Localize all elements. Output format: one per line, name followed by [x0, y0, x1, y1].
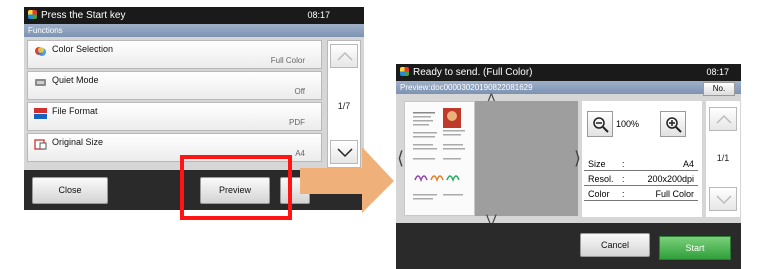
- status-title: Ready to send. (Full Color): [413, 67, 533, 78]
- separator: :: [622, 159, 625, 169]
- resolution-label: Resol.: [588, 174, 614, 184]
- no-button[interactable]: No.: [703, 82, 735, 96]
- size-row: Size : A4: [584, 157, 698, 171]
- scroll-up-button[interactable]: [709, 107, 737, 131]
- zoom-in-button[interactable]: [660, 111, 686, 137]
- zoom-in-icon: [666, 117, 682, 133]
- zoom-out-icon: [593, 117, 609, 133]
- zoom-level: 100%: [616, 119, 640, 129]
- close-button[interactable]: Close: [32, 177, 108, 204]
- status-icon: [28, 10, 37, 19]
- zoom-out-button[interactable]: [587, 111, 613, 137]
- status-icon: [400, 67, 409, 76]
- status-bar: Ready to send. (Full Color) 08:17: [396, 64, 741, 81]
- original-size-icon: [34, 139, 47, 150]
- page-indicator: 1/1: [716, 153, 730, 163]
- preview-area[interactable]: [404, 101, 578, 216]
- clock: 08:17: [706, 67, 729, 77]
- item-value: PDF: [289, 118, 305, 127]
- status-title: Press the Start key: [41, 10, 126, 21]
- quiet-mode-icon: [35, 79, 46, 86]
- file-format-icon: [34, 108, 47, 119]
- cancel-button[interactable]: Cancel: [580, 233, 650, 257]
- arrow-right-icon: [300, 147, 394, 213]
- chevron-down-icon: [716, 195, 732, 205]
- separator: :: [622, 189, 625, 199]
- clock: 08:17: [307, 10, 330, 20]
- chevron-up-icon: [716, 114, 732, 124]
- scroll-up-button[interactable]: [330, 44, 358, 68]
- bottom-bar: Cancel Start: [396, 223, 741, 269]
- page-indicator: 1/7: [337, 101, 351, 111]
- preview-document-name: Preview:doc00003020190822081629: [396, 81, 741, 94]
- item-label: File Format: [52, 106, 98, 116]
- size-value: A4: [682, 159, 694, 169]
- status-bar: Press the Start key 08:17: [24, 7, 364, 24]
- chevron-left-icon[interactable]: ⟨: [397, 149, 404, 167]
- resolution-value: 200x200dpi: [647, 174, 694, 184]
- start-button[interactable]: Start: [659, 236, 731, 260]
- color-row: Color : Full Color: [584, 187, 698, 201]
- item-label: Color Selection: [52, 44, 114, 54]
- color-label: Color: [588, 189, 610, 199]
- page-scroller: 1/1: [706, 101, 740, 217]
- resolution-row: Resol. : 200x200dpi: [584, 172, 698, 186]
- start-label: Start: [685, 243, 705, 253]
- preview-screen: Ready to send. (Full Color) 08:17 Previe…: [396, 64, 741, 269]
- chevron-up-icon: [337, 51, 353, 61]
- item-value: Off: [294, 87, 305, 96]
- size-label: Size: [588, 159, 606, 169]
- document-content-image: [413, 108, 465, 200]
- color-value: Full Color: [655, 189, 694, 199]
- item-label: Original Size: [52, 137, 104, 147]
- color-selection-icon: [35, 47, 46, 56]
- item-label: Quiet Mode: [52, 75, 99, 85]
- quiet-mode-item[interactable]: Quiet Mode Off: [27, 71, 322, 100]
- file-format-item[interactable]: File Format PDF: [27, 102, 322, 131]
- preview-highlight: [180, 155, 292, 220]
- document-thumbnail: [404, 101, 475, 216]
- color-selection-item[interactable]: Color Selection Full Color: [27, 40, 322, 69]
- item-value: Full Color: [270, 56, 305, 65]
- chevron-right-icon[interactable]: ⟩: [574, 149, 581, 167]
- separator: :: [622, 174, 625, 184]
- preview-info-panel: 100% Size : A4 Resol. : 200x200dpi Color…: [582, 101, 702, 217]
- screen-subtitle: Functions: [24, 24, 364, 37]
- scroll-down-button[interactable]: [709, 187, 737, 211]
